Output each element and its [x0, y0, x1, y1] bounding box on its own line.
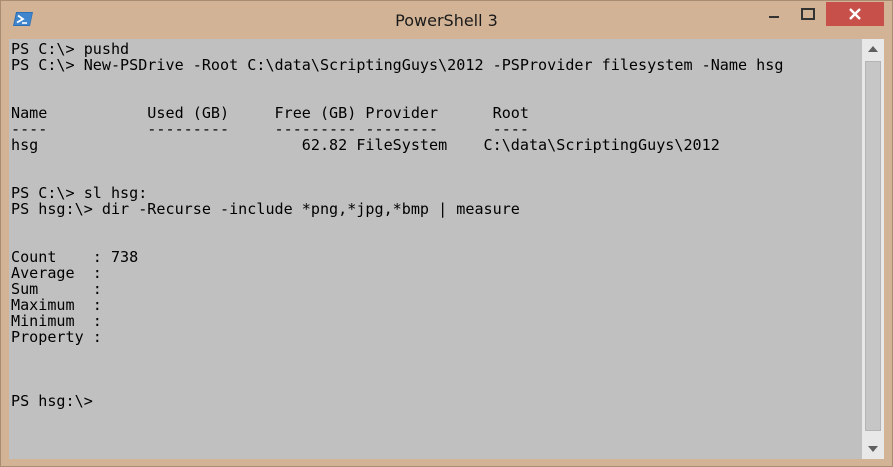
close-button[interactable] — [826, 2, 884, 26]
console-line: ---- --------- --------- -------- ---- — [11, 120, 529, 138]
vertical-scrollbar[interactable] — [862, 39, 884, 459]
console-line: PS C:\> pushd — [11, 40, 130, 58]
console-line: PS C:\> New-PSDrive -Root C:\data\Script… — [11, 56, 784, 74]
console-line: PS hsg:\> dir -Recurse -include *png,*jp… — [11, 200, 520, 218]
minimize-icon — [769, 16, 779, 18]
title-bar[interactable]: PowerShell 3 — [1, 1, 892, 39]
console-line: Name Used (GB) Free (GB) Provider Root — [11, 104, 529, 122]
console-line: Property : — [11, 328, 102, 346]
minimize-button[interactable] — [759, 2, 789, 26]
scroll-down-button[interactable] — [862, 439, 884, 459]
console-text: PS C:\> pushd PS C:\> New-PSDrive -Root C… — [9, 39, 862, 409]
scroll-up-arrow-icon — [868, 46, 878, 52]
scrollbar-thumb[interactable] — [865, 61, 881, 431]
maximize-button[interactable] — [793, 2, 823, 26]
console-line: hsg 62.82 FileSystem C:\data\ScriptingGu… — [11, 136, 720, 154]
console-line: Sum : — [11, 280, 102, 298]
console-line: Average : — [11, 264, 102, 282]
console-line: Count : 738 — [11, 248, 139, 266]
console-line: Maximum : — [11, 296, 102, 314]
console-output[interactable]: PS C:\> pushd PS C:\> New-PSDrive -Root C… — [9, 39, 862, 459]
console-line: Minimum : — [11, 312, 102, 330]
powershell-window: PowerShell 3 PS C:\> pushd PS C:\> New-PS… — [0, 0, 893, 467]
scroll-down-arrow-icon — [868, 446, 878, 452]
close-icon — [849, 8, 861, 20]
window-bottom-border — [9, 459, 884, 466]
console-line: PS hsg:\> — [11, 392, 93, 410]
console-line: PS C:\> sl hsg: — [11, 184, 148, 202]
maximize-icon — [801, 8, 815, 20]
scroll-up-button[interactable] — [862, 39, 884, 59]
